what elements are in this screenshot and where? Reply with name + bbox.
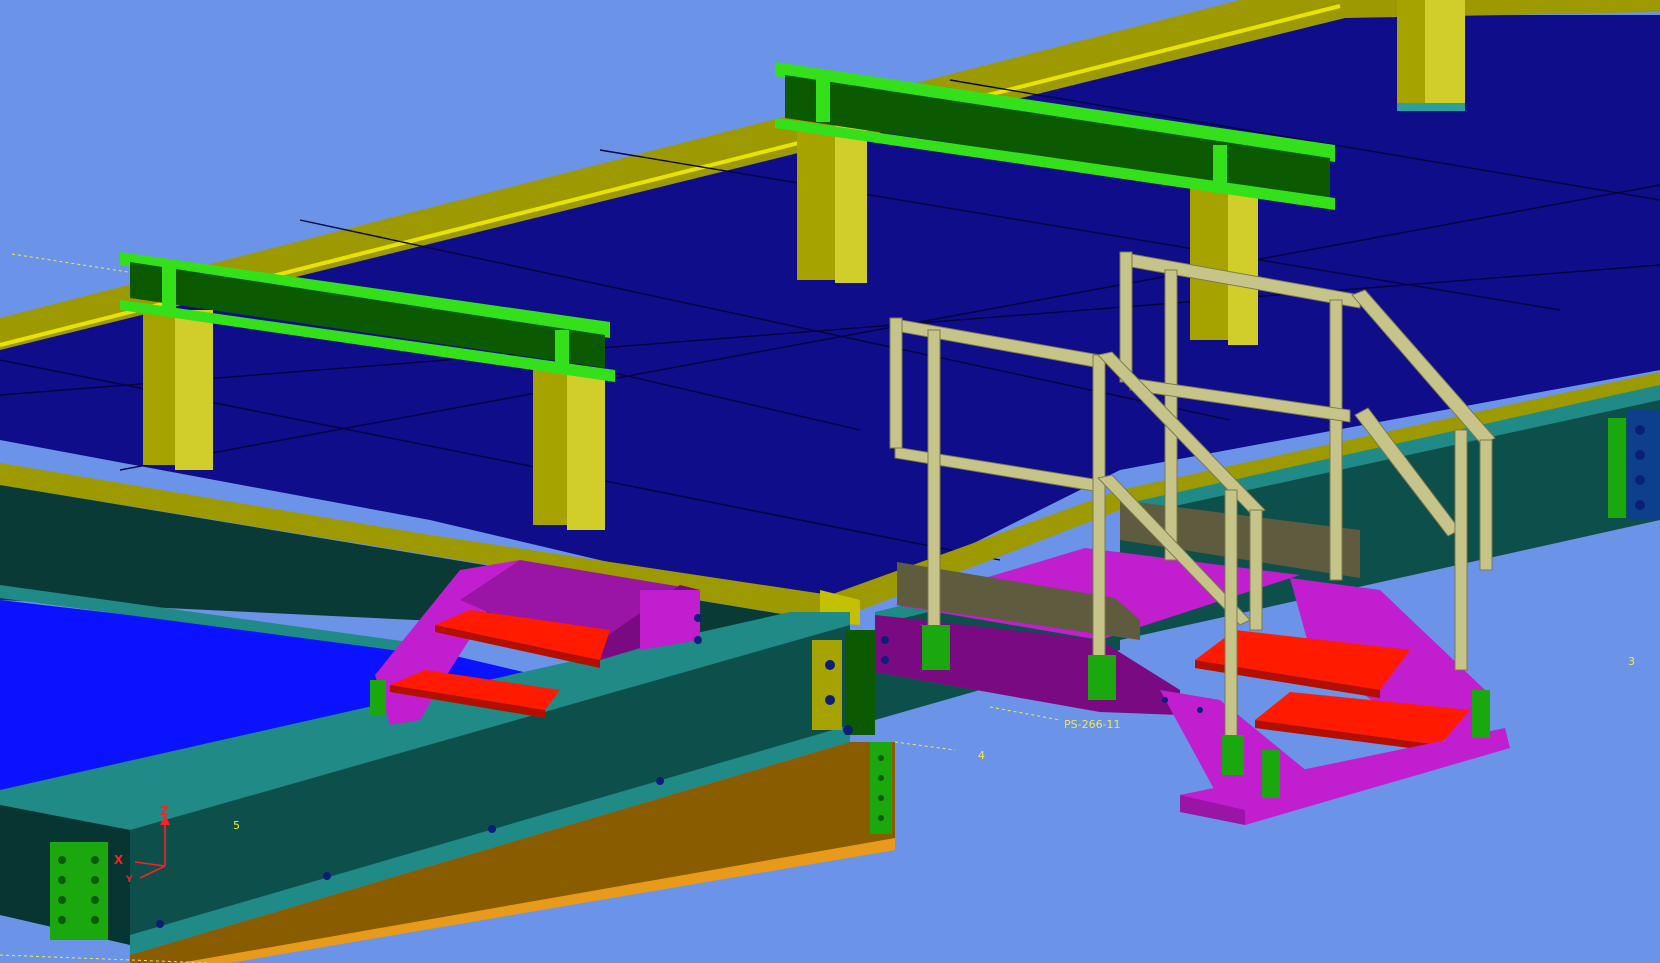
connection-plate-right [1608, 418, 1626, 518]
x-axis-label: X [114, 853, 124, 867]
cad-viewport[interactable]: PS-266-11 3 4 5 Z X Y [0, 0, 1660, 963]
part-label-ps-266-11[interactable]: PS-266-11 [1064, 718, 1121, 731]
grid-label-3[interactable]: 3 [1628, 655, 1635, 668]
grid-label-4[interactable]: 4 [978, 749, 985, 762]
connection-plate-front [50, 842, 108, 940]
far-post-top-right[interactable] [1397, 0, 1465, 111]
y-axis-label: Y [125, 875, 133, 885]
z-axis-label: Z [160, 804, 169, 818]
3d-model-scene[interactable]: PS-266-11 3 4 5 Z X Y [0, 0, 1660, 963]
grid-label-5[interactable]: 5 [233, 819, 240, 832]
